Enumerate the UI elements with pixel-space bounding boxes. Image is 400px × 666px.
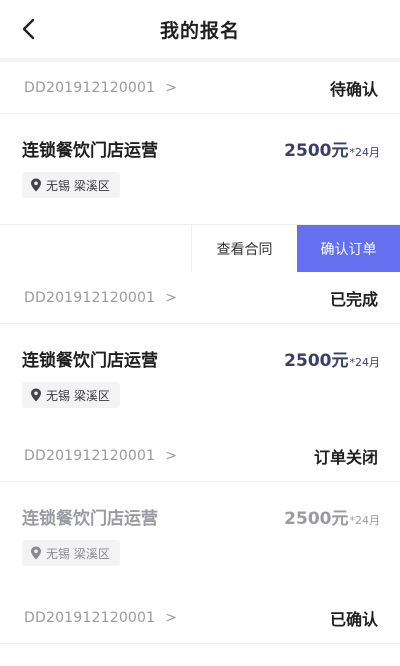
salary-period: *24月 [349, 146, 381, 159]
job-title: 连锁餐饮门店运营 [22, 141, 158, 161]
confirm-order-button[interactable]: 确认订单 [297, 225, 400, 272]
order-status: 已完成 [329, 289, 378, 309]
salary-amount: 2500元 [284, 141, 349, 161]
order-card: DD201912120001 > 已完成 连锁餐饮门店运营 2500元 *24月… [0, 272, 400, 434]
job-info[interactable]: 连锁餐饮门店运营 2500元 *24月 无锡 梁溪区 [0, 482, 400, 592]
chevron-right-icon: > [165, 79, 177, 96]
top-bar: 我的报名 [0, 0, 400, 58]
order-header: DD201912120001 > 订单关闭 [0, 430, 400, 482]
salary-period: *24月 [349, 356, 381, 369]
salary-amount: 2500元 [284, 351, 349, 371]
location-text: 无锡 梁溪区 [46, 388, 110, 403]
salary-amount: 2500元 [284, 509, 349, 529]
order-number-link[interactable]: DD201912120001 > [24, 448, 177, 464]
location-tag: 无锡 梁溪区 [22, 172, 120, 198]
location-text: 无锡 梁溪区 [46, 546, 110, 561]
chevron-right-icon: > [165, 609, 177, 626]
back-button[interactable] [14, 14, 42, 44]
location-pin-icon [30, 546, 42, 560]
order-status: 订单关闭 [313, 447, 378, 467]
order-header: DD201912120001 > 已确认 [0, 592, 400, 644]
order-card: DD201912120001 > 已确认 [0, 592, 400, 666]
salary: 2500元 *24月 [284, 504, 380, 529]
order-number: DD201912120001 [24, 447, 156, 464]
salary: 2500元 *24月 [284, 136, 380, 161]
order-actions: 查看合同 确认订单 [0, 224, 400, 272]
order-number-link[interactable]: DD201912120001 > [24, 290, 177, 306]
order-card: DD201912120001 > 订单关闭 连锁餐饮门店运营 2500元 *24… [0, 430, 400, 592]
order-header: DD201912120001 > 已完成 [0, 272, 400, 324]
job-info[interactable]: 连锁餐饮门店运营 2500元 *24月 无锡 梁溪区 [0, 324, 400, 434]
location-pin-icon [30, 178, 42, 192]
order-number: DD201912120001 [24, 289, 156, 306]
location-tag: 无锡 梁溪区 [22, 382, 120, 408]
order-number-link[interactable]: DD201912120001 > [24, 610, 177, 626]
job-title: 连锁餐饮门店运营 [22, 351, 158, 371]
order-number: DD201912120001 [24, 609, 156, 626]
salary: 2500元 *24月 [284, 346, 380, 371]
location-tag: 无锡 梁溪区 [22, 540, 120, 566]
chevron-right-icon: > [165, 289, 177, 306]
job-info[interactable]: 连锁餐饮门店运营 2500元 *24月 无锡 梁溪区 [0, 114, 400, 224]
view-contract-button[interactable]: 查看合同 [191, 225, 297, 272]
job-title: 连锁餐饮门店运营 [22, 509, 158, 529]
order-number-link[interactable]: DD201912120001 > [24, 80, 177, 96]
page-title: 我的报名 [159, 19, 240, 42]
location-text: 无锡 梁溪区 [46, 178, 110, 193]
chevron-right-icon: > [165, 447, 177, 464]
order-number: DD201912120001 [24, 79, 156, 96]
chevron-left-icon [22, 18, 35, 40]
order-status: 待确认 [329, 79, 378, 99]
order-card: DD201912120001 > 待确认 连锁餐饮门店运营 2500元 *24月… [0, 62, 400, 272]
order-header: DD201912120001 > 待确认 [0, 62, 400, 114]
salary-period: *24月 [349, 514, 381, 527]
order-status: 已确认 [329, 609, 378, 629]
location-pin-icon [30, 388, 42, 402]
